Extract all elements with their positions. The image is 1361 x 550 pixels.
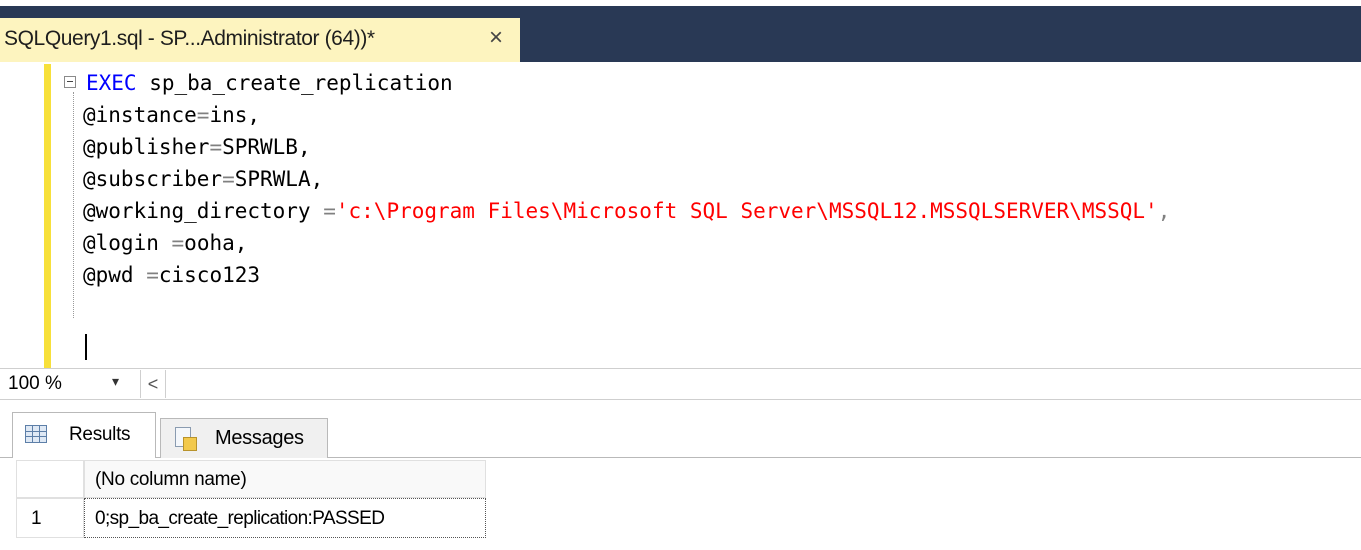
param-operator: = [171, 231, 185, 255]
param-value: SPRWLB, [222, 135, 311, 159]
code-line-1: EXEC sp_ba_create_replication [86, 67, 453, 99]
row-number-label: 1 [31, 508, 42, 529]
tab-messages[interactable]: Messages [160, 418, 328, 458]
procedure-name: sp_ba_create_replication [136, 71, 453, 95]
outline-guide [73, 92, 75, 318]
tab-sqlquery1[interactable]: SQLQuery1.sql - SP...Administrator (64))… [0, 18, 520, 62]
param-operator: = [146, 263, 159, 287]
tab-messages-label: Messages [215, 427, 304, 449]
param-operator: = [222, 167, 235, 191]
results-grid: (No column name) 1 0;sp_ba_create_replic… [16, 460, 486, 544]
zoom-level[interactable]: 100 % [8, 373, 62, 395]
param-name: @publisher [83, 135, 210, 159]
row-number[interactable]: 1 [16, 498, 84, 538]
keyword-exec: EXEC [86, 71, 137, 95]
collapse-outline-icon[interactable] [64, 76, 76, 88]
code-line-3: @publisher=SPRWLB, [83, 131, 311, 163]
grid-icon [25, 425, 47, 443]
table-cell-value: 0;sp_ba_create_replication:PASSED [95, 508, 385, 529]
param-operator: = [209, 135, 223, 159]
param-operator: = [323, 199, 336, 223]
column-header[interactable]: (No column name) [84, 460, 486, 498]
param-name: @subscriber [83, 167, 223, 191]
result-tabs: Results Messages [0, 400, 1361, 458]
tab-results[interactable]: Results [12, 412, 156, 458]
tab-results-label: Results [69, 424, 131, 445]
grid-corner[interactable] [16, 460, 84, 498]
code-line-4: @subscriber=SPRWLA, [83, 163, 323, 195]
param-name: @pwd [83, 263, 147, 287]
chevron-down-icon[interactable]: ▾ [112, 373, 119, 390]
param-value: cisco123 [158, 263, 261, 287]
messages-icon [173, 427, 199, 451]
code-line-6: @login =ooha, [83, 227, 247, 259]
text-caret [85, 334, 87, 360]
close-icon[interactable]: × [482, 23, 510, 53]
document-tab-strip: SQLQuery1.sql - SP...Administrator (64))… [0, 0, 1361, 62]
code-text: EXEC sp_ba_create_replication @instance=… [0, 62, 1170, 287]
code-line-5: @working_directory ='c:\Program Files\Mi… [83, 195, 1170, 227]
param-value: ins, [209, 103, 261, 127]
code-line-2: @instance=ins, [83, 99, 260, 131]
param-separator: , [1157, 199, 1171, 223]
column-header-label: (No column name) [95, 469, 247, 490]
code-line-7: @pwd =cisco123 [83, 259, 260, 291]
param-name: @working_directory [83, 199, 324, 223]
scroll-left-button[interactable]: < [140, 370, 166, 398]
param-value: SPRWLA, [234, 167, 324, 191]
tab-title: SQLQuery1.sql - SP...Administrator (64))… [4, 27, 375, 50]
param-operator: = [196, 103, 210, 127]
string-literal: 'c:\Program Files\Microsoft SQL Server\M… [335, 199, 1158, 223]
param-name: @login [83, 231, 172, 255]
table-cell[interactable]: 0;sp_ba_create_replication:PASSED [84, 498, 486, 538]
param-name: @instance [83, 103, 197, 127]
editor-status-bar: 100 % ▾ < [0, 368, 1361, 400]
param-value: ooha, [184, 231, 248, 255]
query-editor[interactable]: EXEC sp_ba_create_replication @instance=… [0, 62, 1361, 368]
